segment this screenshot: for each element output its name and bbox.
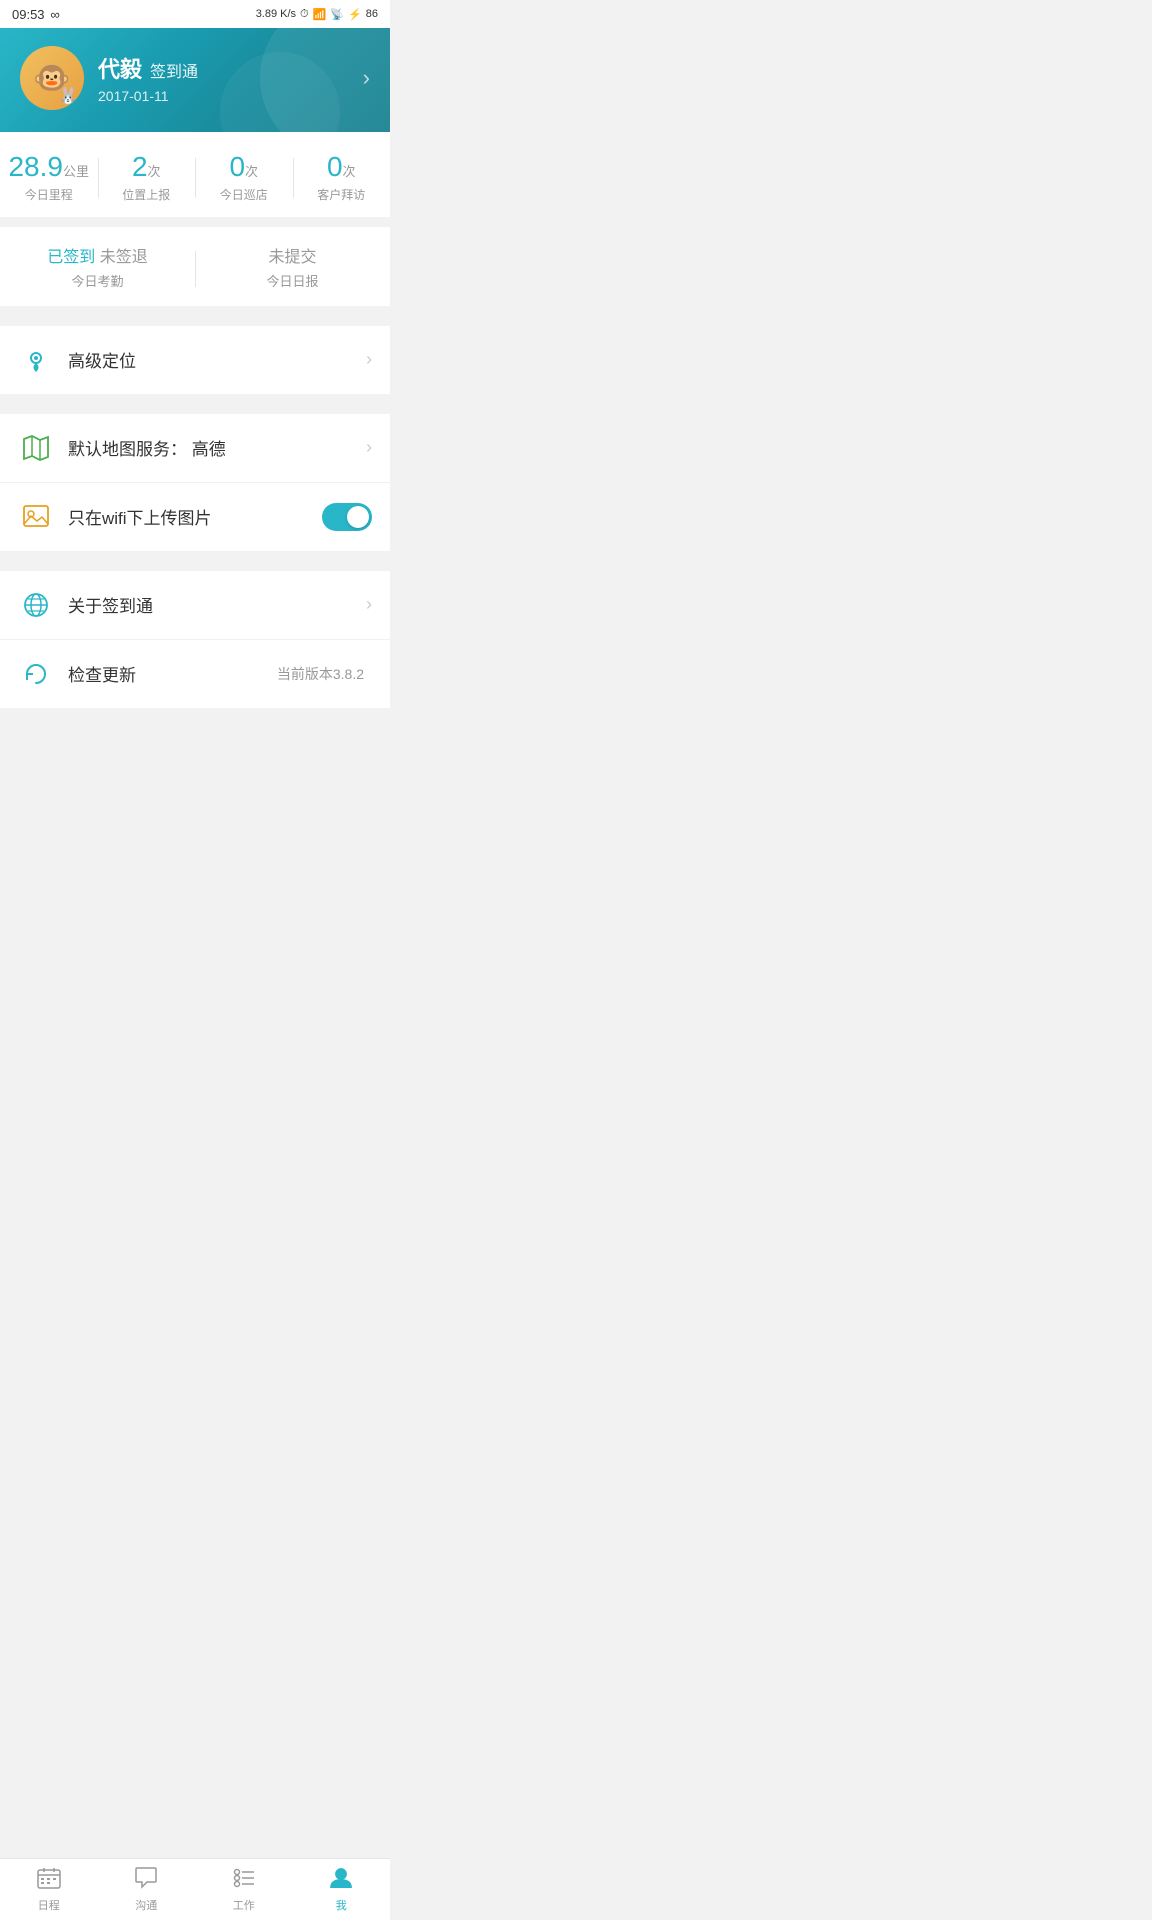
stat-mileage: 28.9公里 今日里程 <box>0 150 98 203</box>
wifi-image-icon <box>18 499 54 535</box>
menu-label-advanced-location: 高级定位 <box>68 347 366 372</box>
attendance-report: 未提交 今日日报 <box>195 243 390 290</box>
work-icon <box>232 1867 256 1895</box>
stat-visit: 0次 客户拜访 <box>293 150 391 203</box>
status-speed: 3.89 K/s <box>256 8 296 20</box>
map-icon <box>18 430 54 466</box>
nav-label-me: 我 <box>336 1897 347 1913</box>
profile-banner[interactable]: 🐵 🐰 代毅 签到通 2017-01-11 › <box>0 28 390 132</box>
profile-name: 代毅 <box>98 52 142 84</box>
calendar-icon <box>37 1867 61 1895</box>
globe-icon <box>18 587 54 623</box>
stat-location-label: 位置上报 <box>98 186 196 203</box>
stat-location-value: 2次 <box>98 150 196 184</box>
status-wifi-icon: 📶 <box>313 8 327 21</box>
menu-section-location: 高级定位 › <box>0 326 390 394</box>
section-divider-3 <box>0 561 390 571</box>
menu-value-version: 当前版本3.8.2 <box>277 664 364 684</box>
wifi-upload-toggle[interactable] <box>322 503 372 531</box>
profile-date: 2017-01-11 <box>98 88 198 104</box>
avatar: 🐵 🐰 <box>20 46 84 110</box>
menu-item-wifi-upload[interactable]: 只在wifi下上传图片 <box>0 483 390 551</box>
attendance-checkin-label: 今日考勤 <box>0 271 195 290</box>
status-time: 09:53 <box>12 7 45 22</box>
toggle-knob <box>347 506 369 528</box>
menu-item-advanced-location[interactable]: 高级定位 › <box>0 326 390 394</box>
menu-item-about[interactable]: 关于签到通 › <box>0 571 390 640</box>
chevron-right-map-icon: › <box>366 437 372 458</box>
section-divider-1 <box>0 316 390 326</box>
refresh-icon <box>18 656 54 692</box>
bottom-nav: 日程 沟通 工作 我 <box>0 1858 390 1920</box>
attendance-checkin-status: 已签到 未签退 <box>0 243 195 267</box>
status-infinite-icon: ∞ <box>51 7 60 22</box>
stat-patrol: 0次 今日巡店 <box>195 150 293 203</box>
nav-label-chat: 沟通 <box>135 1897 157 1913</box>
stat-patrol-label: 今日巡店 <box>195 186 293 203</box>
nav-item-chat[interactable]: 沟通 <box>98 1859 196 1920</box>
profile-chevron-right-icon: › <box>363 65 370 91</box>
menu-item-map-service[interactable]: 默认地图服务： 高德 › <box>0 414 390 483</box>
nav-item-schedule[interactable]: 日程 <box>0 1859 98 1920</box>
nav-label-schedule: 日程 <box>38 1897 60 1913</box>
attendance-report-label: 今日日报 <box>195 271 390 290</box>
location-icon <box>18 342 54 378</box>
stat-mileage-label: 今日里程 <box>0 186 98 203</box>
menu-label-map-service: 默认地图服务： 高德 <box>68 435 366 460</box>
stat-visit-label: 客户拜访 <box>293 186 391 203</box>
attendance-report-status: 未提交 <box>195 243 390 267</box>
profile-app-name: 签到通 <box>150 58 198 82</box>
menu-label-about: 关于签到通 <box>68 592 366 617</box>
attendance-checkin: 已签到 未签退 今日考勤 <box>0 243 195 290</box>
status-bar: 09:53 ∞ 3.89 K/s ⏱ 📶 📡 ⚡ 86 <box>0 0 390 28</box>
menu-label-wifi-upload: 只在wifi下上传图片 <box>68 504 322 529</box>
nav-label-work: 工作 <box>233 1897 255 1913</box>
menu-section-about: 关于签到通 › 检查更新 当前版本3.8.2 <box>0 571 390 708</box>
status-clock-icon: ⏱ <box>300 8 309 21</box>
nav-item-work[interactable]: 工作 <box>195 1859 293 1920</box>
person-icon <box>329 1867 353 1895</box>
status-charge-icon: ⚡ <box>348 8 362 21</box>
section-divider-2 <box>0 404 390 414</box>
stat-location: 2次 位置上报 <box>98 150 196 203</box>
menu-section-map-wifi: 默认地图服务： 高德 › 只在wifi下上传图片 <box>0 414 390 551</box>
menu-item-check-update[interactable]: 检查更新 当前版本3.8.2 <box>0 640 390 708</box>
stat-mileage-value: 28.9公里 <box>0 150 98 184</box>
menu-label-check-update: 检查更新 <box>68 661 277 686</box>
status-battery: 86 <box>366 8 378 20</box>
chevron-right-icon: › <box>366 349 372 370</box>
nav-item-me[interactable]: 我 <box>293 1859 391 1920</box>
chat-icon <box>134 1867 158 1895</box>
attendance-row: 已签到 未签退 今日考勤 未提交 今日日报 <box>0 227 390 306</box>
stat-visit-value: 0次 <box>293 150 391 184</box>
stats-row: 28.9公里 今日里程 2次 位置上报 0次 今日巡店 0次 客户拜访 <box>0 132 390 217</box>
stat-patrol-value: 0次 <box>195 150 293 184</box>
chevron-right-about-icon: › <box>366 594 372 615</box>
status-signal-icon: 📡 <box>330 8 344 21</box>
